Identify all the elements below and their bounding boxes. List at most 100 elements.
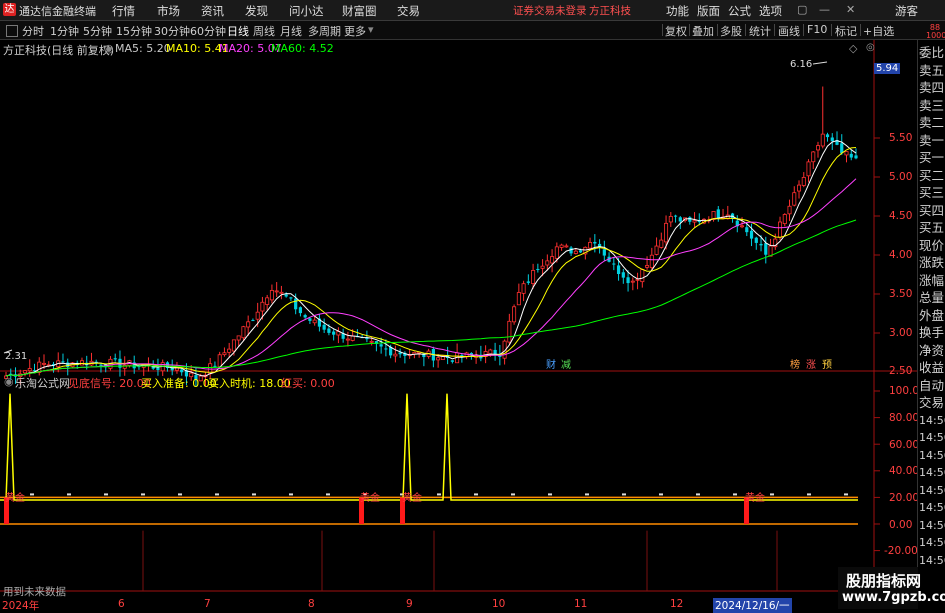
indicator-toggle-icon[interactable]: ◉ xyxy=(4,375,14,388)
sidebar-item[interactable]: 14:56 xyxy=(919,482,945,499)
candle-body xyxy=(294,298,298,310)
toolbar-divider xyxy=(689,24,690,36)
sidebar-item[interactable]: 交易 xyxy=(919,394,945,411)
indicator-dot xyxy=(548,493,552,496)
candle-body xyxy=(274,290,279,293)
sidebar-item[interactable]: 14:56 xyxy=(919,429,945,446)
menu-hangqing[interactable]: 行情 xyxy=(112,3,135,19)
ytick: 5.00 xyxy=(889,171,913,183)
sidebar-item[interactable]: 涨幅 xyxy=(919,272,945,289)
sidebar-item[interactable]: 14:56 xyxy=(919,552,945,569)
sidebar-item[interactable]: 委比 xyxy=(919,44,945,61)
period-1min[interactable]: 1分钟 xyxy=(50,23,79,39)
sidebar-item[interactable]: 总量 xyxy=(919,289,945,306)
sidebar-item[interactable]: 自动 xyxy=(919,377,945,394)
tool-duogu[interactable]: 多股 xyxy=(720,23,742,39)
sidebar-item[interactable]: 换手 xyxy=(919,324,945,341)
sidebar-item[interactable]: 买五 xyxy=(919,219,945,236)
tool-biaoji[interactable]: 标记 xyxy=(835,23,857,39)
menu-gongshi[interactable]: 公式 xyxy=(728,3,751,19)
news-marker-yu[interactable]: 预 xyxy=(821,360,833,372)
stock-link[interactable]: 方正科技 xyxy=(589,3,631,18)
menu-caifuquan[interactable]: 财富圈 xyxy=(342,3,377,19)
indicator-dot xyxy=(622,493,626,496)
period-monthly[interactable]: 月线 xyxy=(280,23,302,39)
news-marker-cai[interactable]: 财 xyxy=(545,360,557,372)
layout-toggle-icon[interactable] xyxy=(6,25,18,37)
sidebar-item[interactable]: 卖五 xyxy=(919,62,945,79)
period-weekly[interactable]: 周线 xyxy=(253,23,275,39)
tool-tongji[interactable]: 统计 xyxy=(749,23,771,39)
candle-body xyxy=(213,365,217,367)
menu-zixun[interactable]: 资讯 xyxy=(201,3,224,19)
sidebar-item[interactable]: 净资 xyxy=(919,342,945,359)
sidebar-item[interactable]: 现价 xyxy=(919,237,945,254)
menu-xuanxiang[interactable]: 选项 xyxy=(759,3,782,19)
sidebar-item[interactable]: 卖三 xyxy=(919,97,945,114)
restore-icon[interactable]: ▢ xyxy=(797,3,807,16)
sidebar-item[interactable]: 14:56 xyxy=(919,464,945,481)
menu-banmian[interactable]: 版面 xyxy=(697,3,720,19)
sidebar-item[interactable]: 卖二 xyxy=(919,114,945,131)
tool-add-watchlist[interactable]: +自选 xyxy=(863,23,894,39)
period-5min[interactable]: 5分钟 xyxy=(83,23,112,39)
tool-diejia[interactable]: 叠加 xyxy=(692,23,714,39)
sidebar-item[interactable]: 卖四 xyxy=(919,79,945,96)
indicator-jiandi: 见底信号: 20.00 xyxy=(68,377,151,390)
candle-body xyxy=(673,215,678,217)
settings-icon[interactable]: ◎ xyxy=(866,42,875,53)
news-marker-bang[interactable]: 榜 xyxy=(789,360,801,372)
period-multi[interactable]: 多周期 xyxy=(308,23,341,39)
sidebar-item[interactable]: 买二 xyxy=(919,167,945,184)
ma-toggle-icon[interactable]: ◉ xyxy=(104,42,114,55)
indicator-mairu-shiji: 买入时机: 18.00 xyxy=(208,377,291,390)
close-icon[interactable]: ✕ xyxy=(846,3,855,16)
minimize-icon[interactable]: — xyxy=(819,3,830,16)
news-marker-jian[interactable]: 减 xyxy=(560,360,572,372)
chevron-down-icon[interactable]: ▾ xyxy=(368,23,374,36)
period-15min[interactable]: 15分钟 xyxy=(116,23,152,39)
period-60min[interactable]: 60分钟 xyxy=(190,23,226,39)
tool-fuquan[interactable]: 复权 xyxy=(665,23,687,39)
candle-body xyxy=(616,265,621,275)
sidebar-item[interactable]: 14:56 xyxy=(919,517,945,534)
kline-chart[interactable] xyxy=(0,40,917,609)
indicator-dot xyxy=(326,493,330,496)
news-marker-zhang[interactable]: 涨 xyxy=(805,360,817,372)
indicator-dot xyxy=(807,493,811,496)
period-30min[interactable]: 30分钟 xyxy=(154,23,190,39)
period-more[interactable]: 更多 xyxy=(344,23,366,39)
period-fenshi[interactable]: 分时 xyxy=(22,23,44,39)
tool-huaxian[interactable]: 画线 xyxy=(778,23,800,39)
indicator-dot xyxy=(659,493,663,496)
diamond-icon[interactable]: ◇ xyxy=(849,42,857,55)
candle-body xyxy=(745,227,749,233)
menu-wenxiaoda[interactable]: 问小达 xyxy=(289,3,324,19)
menu-jiaoyi[interactable]: 交易 xyxy=(397,3,420,19)
menu-shichang[interactable]: 市场 xyxy=(157,3,180,19)
menu-gongneng[interactable]: 功能 xyxy=(666,3,689,19)
indicator-dot xyxy=(178,493,182,496)
candle-body xyxy=(241,326,246,339)
menu-faxian[interactable]: 发现 xyxy=(245,3,268,19)
sidebar-item[interactable]: 14:56 xyxy=(919,412,945,429)
sidebar-item[interactable]: 收益 xyxy=(919,359,945,376)
sidebar-item[interactable]: 买一 xyxy=(919,149,945,166)
candle-body xyxy=(759,243,763,246)
period-daily[interactable]: 日线 xyxy=(227,23,249,39)
sidebar-item[interactable]: 买三 xyxy=(919,184,945,201)
candle-body xyxy=(664,222,669,243)
candle-body xyxy=(645,265,650,268)
candle-body xyxy=(526,281,530,283)
login-warning[interactable]: 证券交易未登录 xyxy=(513,3,587,18)
tool-f10[interactable]: F10 xyxy=(807,23,827,36)
sidebar-item[interactable]: 买四 xyxy=(919,202,945,219)
sidebar-item[interactable]: 14:56 xyxy=(919,447,945,464)
sidebar-item[interactable]: 14:56 xyxy=(919,499,945,516)
guest-label[interactable]: 游客 xyxy=(895,3,918,19)
indicator-title[interactable]: 乐淘公式网 xyxy=(15,375,70,391)
sidebar-item[interactable]: 卖一 xyxy=(919,132,945,149)
sidebar-item[interactable]: 涨跌 xyxy=(919,254,945,271)
sidebar-item[interactable]: 14:56 xyxy=(919,534,945,551)
sidebar-item[interactable]: 外盘 xyxy=(919,307,945,324)
